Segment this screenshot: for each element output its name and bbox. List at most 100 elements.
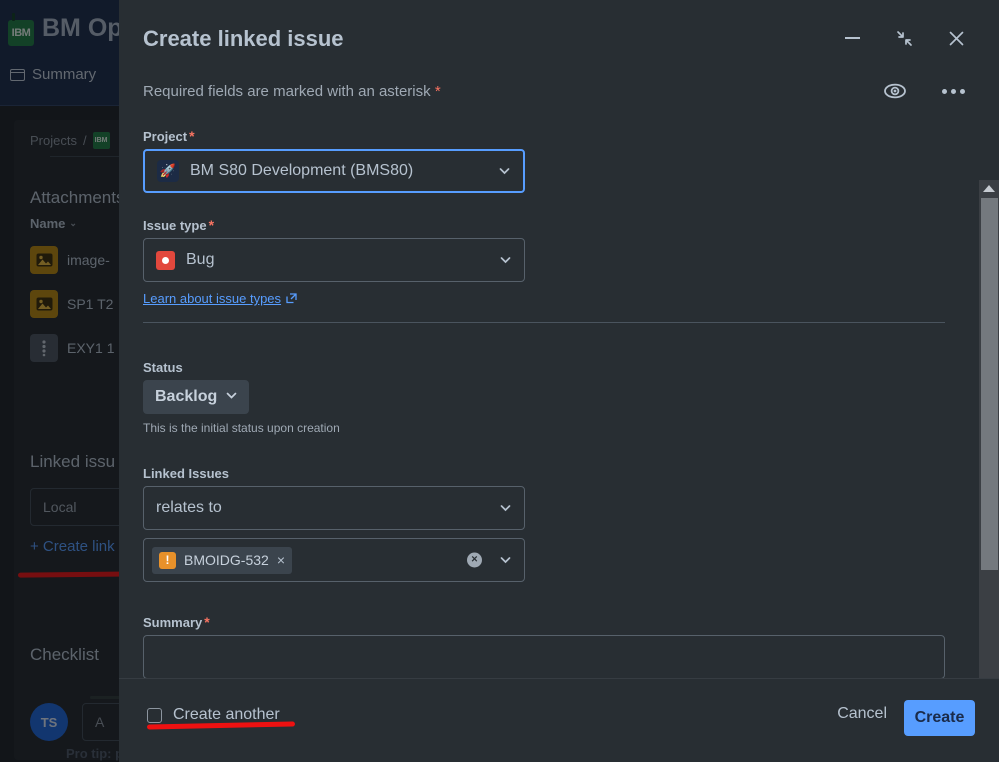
collapse-icon (896, 30, 913, 47)
checklist-add-placeholder: A (95, 714, 104, 730)
project-label-text: Project (143, 129, 187, 144)
project-required-asterisk: * (189, 128, 194, 144)
window-controls (837, 23, 971, 53)
minimize-icon (845, 37, 860, 39)
bug-icon (156, 251, 175, 270)
create-button[interactable]: Create (904, 700, 975, 736)
section-divider (143, 322, 945, 323)
close-icon (948, 30, 965, 47)
minimize-button[interactable] (837, 23, 867, 53)
required-note-text: Required fields are marked with an aster… (143, 83, 431, 100)
summary-input[interactable] (143, 635, 945, 678)
project-select[interactable]: 🚀 BM S80 Development (BMS80) (143, 149, 525, 193)
board-icon (10, 69, 25, 81)
linked-issue-chip[interactable]: ! BMOIDG-532 × (152, 547, 292, 574)
link-type-select[interactable]: relates to (143, 486, 525, 530)
nav-item-summary[interactable]: Summary (10, 66, 96, 83)
linked-issue-key: BMOIDG-532 (184, 552, 269, 568)
attachment-name: SP1 T2 (67, 296, 113, 312)
app-title: BM Op (42, 14, 123, 43)
watch-button[interactable] (882, 78, 908, 104)
priority-high-icon: ! (159, 552, 176, 569)
project-field: Project * 🚀 BM S80 Development (BMS80) (143, 128, 525, 193)
status-select[interactable]: Backlog (143, 380, 249, 414)
required-asterisk: * (435, 83, 441, 100)
rocket-icon: 🚀 (157, 160, 179, 182)
sort-caret-icon: ⌄ (69, 218, 77, 229)
chevron-down-icon (500, 503, 511, 514)
attachments-name-column-header[interactable]: Name ⌄ (30, 216, 77, 231)
dialog-header-actions (882, 78, 965, 104)
nav-item-summary-label: Summary (32, 66, 96, 83)
breadcrumb-project-icon: IBM (93, 132, 110, 149)
scrollbar-thumb[interactable] (981, 198, 998, 570)
more-options-icon (960, 89, 965, 94)
caret-up-icon (983, 185, 995, 192)
dialog-header: Create linked issue Required fields are … (119, 0, 999, 118)
close-button[interactable] (941, 23, 971, 53)
summary-label-text: Summary (143, 615, 202, 630)
more-options-button[interactable] (942, 89, 965, 94)
scroll-up-button[interactable] (979, 180, 999, 197)
linked-issue-picker[interactable]: ! BMOIDG-532 × × (143, 538, 525, 582)
more-options-icon (942, 89, 947, 94)
project-label: Project * (143, 128, 525, 144)
breadcrumb-projects[interactable]: Projects (30, 133, 77, 148)
dialog-scrollbar[interactable] (979, 180, 999, 678)
chevron-down-icon (500, 555, 511, 566)
status-label: Status (143, 360, 340, 375)
app-logo-icon: IBM (8, 20, 34, 46)
external-link-icon (286, 293, 297, 304)
breadcrumb[interactable]: Projects / IBM (30, 132, 110, 149)
breadcrumb-separator: / (83, 133, 87, 148)
more-options-icon (951, 89, 956, 94)
attachment-row[interactable]: image- (30, 246, 110, 274)
attachment-name: image- (67, 252, 110, 268)
required-fields-note: Required fields are marked with an aster… (143, 83, 441, 100)
attachment-name: EXY1 1 (67, 340, 114, 356)
issue-type-selected-value: Bug (186, 251, 214, 269)
attachment-row[interactable]: EXY1 1 (30, 334, 114, 362)
cancel-button[interactable]: Cancel (837, 705, 887, 723)
linked-issues-heading: Linked issu (30, 452, 115, 472)
create-link-label: + Create link (30, 538, 115, 555)
remove-chip-icon[interactable]: × (277, 552, 285, 568)
image-file-icon (30, 290, 58, 318)
learn-link-label: Learn about issue types (143, 291, 281, 306)
create-linked-issue-dialog: Create linked issue Required fields are … (119, 0, 999, 762)
status-label-text: Status (143, 360, 183, 375)
linked-issues-label: Linked Issues (143, 466, 525, 481)
name-column-label: Name (30, 216, 65, 231)
attachments-heading: Attachments (30, 188, 125, 208)
dialog-footer: Create another Cancel Create (119, 678, 999, 762)
logo-pin-icon (12, 13, 15, 21)
create-link-button[interactable]: + Create link (30, 538, 115, 555)
status-field: Status Backlog This is the initial statu… (143, 360, 340, 435)
clear-all-icon[interactable]: × (467, 553, 482, 568)
status-helper-text: This is the initial status upon creation (143, 421, 340, 435)
summary-field: Summary * (143, 614, 945, 678)
attachment-row[interactable]: SP1 T2 (30, 290, 113, 318)
dialog-body: Project * 🚀 BM S80 Development (BMS80) I… (119, 118, 999, 678)
local-tab-label: Local (43, 499, 76, 515)
chevron-down-icon (226, 388, 237, 406)
user-avatar[interactable]: TS (30, 703, 68, 741)
eye-icon (883, 83, 907, 99)
issue-type-field: Issue type * Bug Learn about issue types (143, 217, 525, 308)
issue-type-label-text: Issue type (143, 218, 207, 233)
app-logo-text: IBM (12, 27, 31, 39)
project-selected-value: BM S80 Development (BMS80) (190, 162, 413, 180)
issue-type-select[interactable]: Bug (143, 238, 525, 282)
chevron-down-icon (500, 255, 511, 266)
collapse-button[interactable] (889, 23, 919, 53)
learn-about-issue-types-link[interactable]: Learn about issue types (143, 291, 297, 306)
chevron-down-icon (499, 166, 510, 177)
linked-issues-label-text: Linked Issues (143, 466, 229, 481)
generic-file-icon (30, 334, 58, 362)
link-type-selected-value: relates to (156, 499, 222, 517)
issue-type-required-asterisk: * (209, 217, 214, 233)
create-another-checkbox[interactable] (147, 708, 162, 723)
linked-issues-field: Linked Issues relates to ! BMOIDG-532 × … (143, 466, 525, 582)
image-file-icon (30, 246, 58, 274)
summary-required-asterisk: * (204, 614, 209, 630)
